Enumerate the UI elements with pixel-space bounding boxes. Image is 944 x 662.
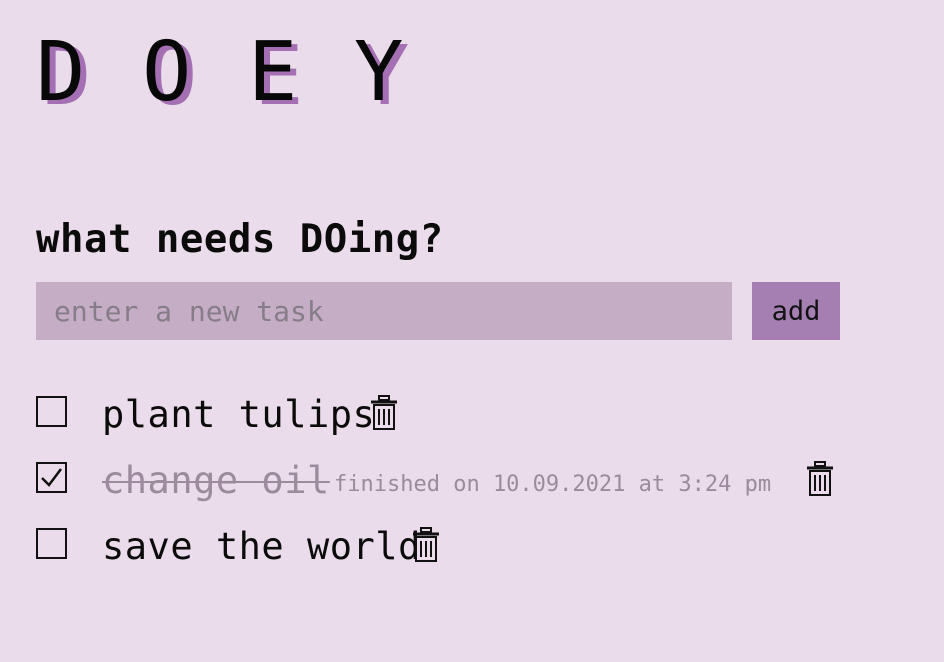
logo-letter-text: Y: [354, 25, 404, 120]
task-checkbox[interactable]: [36, 396, 67, 427]
task-item: change oil finished on 10.09.2021 at 3:2…: [36, 452, 896, 518]
task-prompt: what needs DOing?: [36, 217, 444, 263]
task-item: save the world: [36, 518, 896, 584]
trash-icon[interactable]: [805, 461, 835, 497]
new-task-input[interactable]: [36, 282, 732, 340]
task-item: plant tulips: [36, 386, 896, 452]
task-title: plant tulips: [102, 393, 376, 436]
trash-icon[interactable]: [369, 395, 399, 431]
app-logo: D D O O E E Y Y: [36, 25, 460, 122]
checkmark-icon: [41, 468, 62, 487]
logo-letter-text: O: [142, 25, 192, 120]
task-checkbox-checked[interactable]: [36, 462, 67, 493]
task-checkbox[interactable]: [36, 528, 67, 559]
task-title: save the world: [102, 525, 421, 568]
add-task-form: add: [36, 282, 840, 340]
add-task-button[interactable]: add: [752, 282, 840, 340]
logo-letter-y: Y Y: [354, 25, 460, 122]
logo-letter-text: D: [36, 25, 86, 120]
logo-letter-d: D D: [36, 25, 142, 122]
logo-letter-text: E: [248, 25, 298, 120]
task-list: plant tulips change oil finished on 10.0…: [36, 386, 896, 584]
logo-letter-o: O O: [142, 25, 248, 122]
task-title-completed: change oil: [102, 459, 330, 502]
logo-letter-e: E E: [248, 25, 354, 122]
task-finished-time: finished on 10.09.2021 at 3:24 pm: [334, 472, 772, 497]
trash-icon[interactable]: [411, 527, 441, 563]
